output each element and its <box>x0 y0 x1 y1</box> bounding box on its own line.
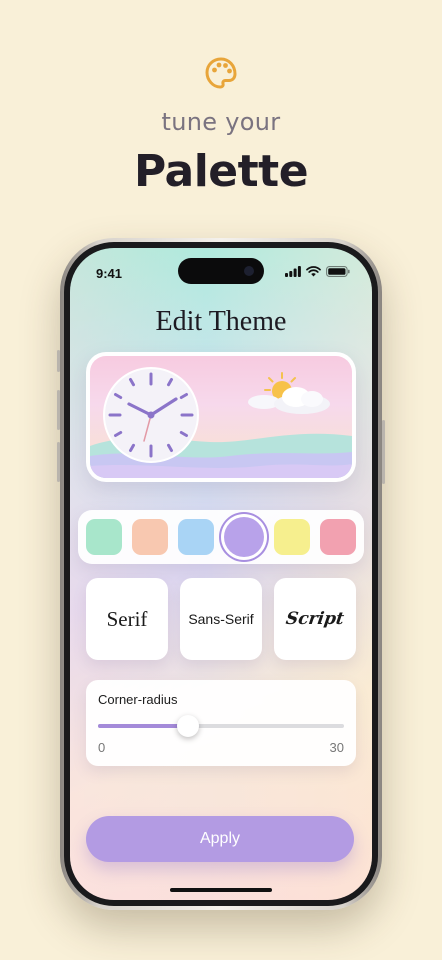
color-swatch-peach[interactable] <box>132 519 168 555</box>
slider-fill <box>98 724 189 728</box>
power-button <box>382 420 385 484</box>
headline: Palette <box>133 146 309 197</box>
tagline: tune your <box>161 108 281 136</box>
font-option-script[interactable]: Script <box>274 578 356 660</box>
color-swatch-yellow[interactable] <box>274 519 310 555</box>
color-swatch-mint[interactable] <box>86 519 122 555</box>
home-indicator <box>170 888 272 892</box>
slider-thumb[interactable] <box>177 715 200 737</box>
theme-preview <box>90 356 352 478</box>
status-time: 9:41 <box>96 266 123 281</box>
corner-radius-label: Corner-radius <box>98 692 178 707</box>
color-swatch-sky[interactable] <box>178 519 214 555</box>
camera-icon <box>244 266 254 276</box>
theme-preview-card <box>86 352 356 482</box>
palette-icon <box>205 57 237 89</box>
font-option-label: Script <box>284 609 346 629</box>
sun-cloud-icon <box>248 372 330 414</box>
signal-icon <box>285 266 301 277</box>
action-button <box>57 350 60 372</box>
volume-down-button <box>57 442 60 482</box>
font-option-sans-serif[interactable]: Sans-Serif <box>180 578 262 660</box>
font-option-label: Serif <box>106 606 148 631</box>
battery-icon <box>326 266 350 277</box>
corner-radius-card: Corner-radius 0 30 <box>86 680 356 766</box>
color-swatch-pink[interactable] <box>320 519 356 555</box>
font-option-serif[interactable]: Serif <box>86 578 168 660</box>
app-screen: 9:41 Edit Theme Serif Sans-Serif Script … <box>70 248 372 900</box>
volume-up-button <box>57 390 60 430</box>
screen-title: Edit Theme <box>155 306 287 337</box>
slider-min-label: 0 <box>98 740 106 755</box>
dynamic-island <box>178 258 264 284</box>
color-swatch-lavender[interactable] <box>224 517 264 557</box>
status-icons <box>285 266 350 277</box>
slider-max-label: 30 <box>329 740 344 755</box>
font-option-label: Sans-Serif <box>188 611 254 627</box>
clock-icon <box>103 367 199 463</box>
apply-button[interactable]: Apply <box>86 816 354 862</box>
corner-radius-slider[interactable] <box>98 715 344 737</box>
font-options: Serif Sans-Serif Script <box>86 578 356 662</box>
wifi-icon <box>306 266 321 277</box>
color-swatch-bar <box>78 510 364 564</box>
